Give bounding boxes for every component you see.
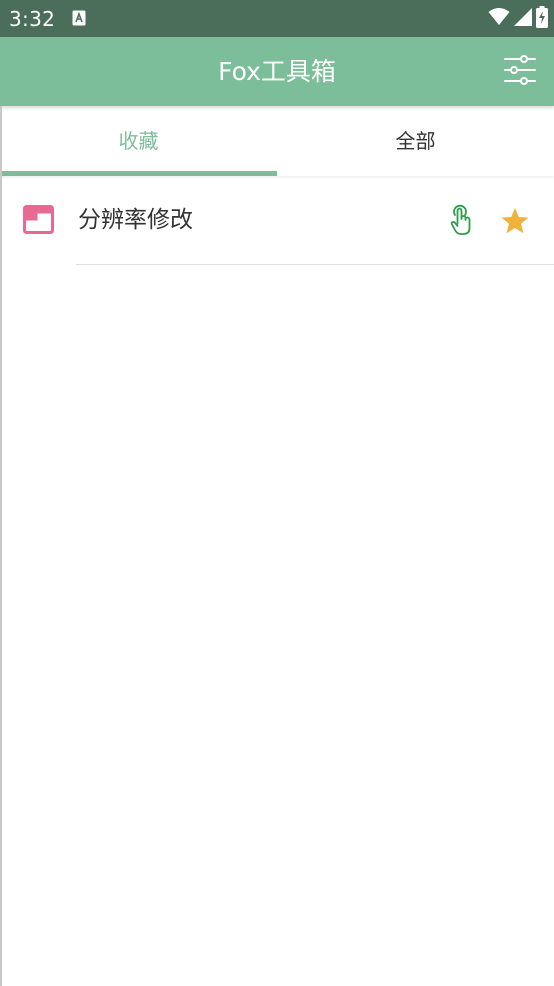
- app-title: Fox工具箱: [218, 57, 336, 86]
- app-bar: Fox工具箱: [0, 37, 554, 106]
- accessibility-a-icon: [72, 10, 86, 26]
- signal-icon: [513, 7, 533, 31]
- window-icon: [23, 205, 54, 234]
- status-time: 3:32: [9, 7, 56, 31]
- item-label: 分辨率修改: [78, 207, 193, 233]
- tab-all[interactable]: 全部: [277, 106, 554, 176]
- left-edge-divider: [0, 106, 2, 986]
- filter-settings-icon: [504, 55, 536, 89]
- tab-favorites[interactable]: 收藏: [0, 106, 277, 176]
- tab-indicator: [0, 171, 277, 176]
- touch-icon[interactable]: [446, 203, 476, 237]
- battery-charging-icon: [536, 6, 548, 32]
- status-bar: 3:32: [0, 0, 554, 37]
- wifi-icon: [488, 7, 510, 31]
- list-divider: [76, 264, 554, 265]
- status-icons: [488, 6, 548, 32]
- tab-bar: 收藏 全部: [0, 106, 554, 176]
- star-icon[interactable]: [499, 205, 531, 237]
- filter-settings-button[interactable]: [503, 55, 537, 89]
- list-item[interactable]: 分辨率修改: [0, 177, 554, 265]
